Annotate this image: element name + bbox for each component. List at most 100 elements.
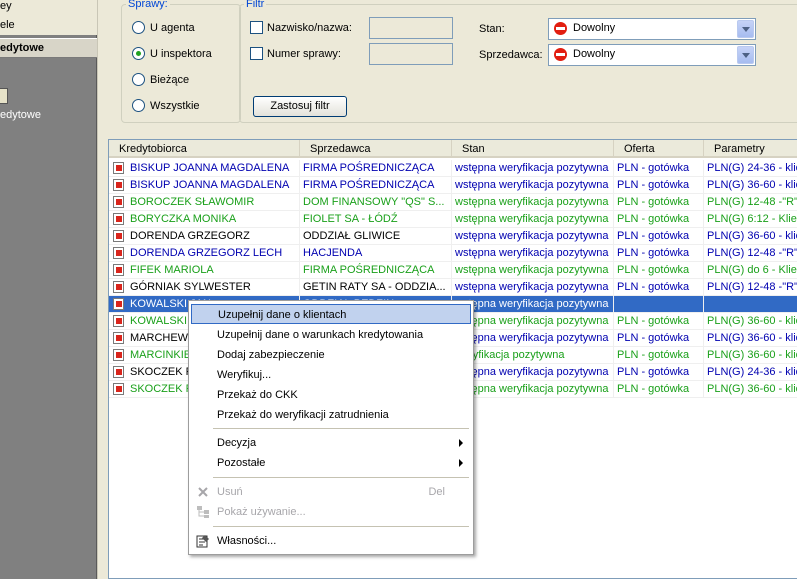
nav-item-2[interactable]: ele bbox=[0, 16, 97, 35]
chevron-down-icon[interactable] bbox=[737, 20, 754, 38]
case-document-icon bbox=[113, 315, 124, 327]
radio-label: U agenta bbox=[150, 22, 195, 34]
context-menu: Uzupełnij dane o klientach Uzupełnij dan… bbox=[188, 300, 474, 555]
menu-separator bbox=[213, 428, 469, 429]
menu-item-dodaj-zabezpieczenie[interactable]: Dodaj zabezpieczenie bbox=[191, 345, 471, 365]
cell-kredytobiorca: DORENDA GRZEGORZ bbox=[127, 228, 300, 245]
cell-stan: wstępna weryfikacja pozytywna bbox=[452, 177, 614, 194]
cell-sprzedawca: FIRMA POŚREDNICZĄCA bbox=[300, 262, 452, 279]
table-row[interactable]: DORENDA GRZEGORZ ODDZIAŁ GLIWICE wstępna w… bbox=[109, 228, 797, 245]
sprzedawca-select[interactable]: Dowolny bbox=[548, 44, 756, 66]
case-document-icon bbox=[113, 298, 124, 310]
cell-kredytobiorca: BORYCZKA MONIKA bbox=[127, 211, 300, 228]
numer-sprawy-input[interactable] bbox=[369, 43, 453, 65]
pane-splitter[interactable] bbox=[97, 0, 107, 579]
table-row[interactable]: BISKUP JOANNA MAGDALENA FIRMA POŚREDNICZĄ… bbox=[109, 160, 797, 177]
menu-item-weryfikuj[interactable]: Weryfikuj... bbox=[191, 365, 471, 385]
column-header-oferta[interactable]: Oferta bbox=[614, 140, 704, 158]
case-document-icon bbox=[113, 230, 124, 242]
cell-parametry: PLN(G) 24-36 - klie bbox=[704, 364, 797, 381]
cell-stan: wstępna weryfikacja pozytywna bbox=[452, 381, 614, 398]
stop-icon bbox=[554, 22, 567, 35]
checkbox-box[interactable] bbox=[250, 21, 263, 34]
table-row[interactable]: GÓRNIAK SYLWESTER GETIN RATY SA - ODDZIA.… bbox=[109, 279, 797, 296]
radio-dot[interactable] bbox=[132, 21, 145, 34]
column-header-sprzedawca[interactable]: Sprzedawca bbox=[300, 140, 452, 158]
cell-parametry: PLN(G) 6:12 - Klien bbox=[704, 211, 797, 228]
case-document-icon bbox=[113, 196, 124, 208]
menu-item-uzupelnij-dane-klienci[interactable]: Uzupełnij dane o klientach bbox=[191, 304, 471, 324]
cell-kredytobiorca: DORENDA GRZEGORZ LECH bbox=[127, 245, 300, 262]
chevron-down-icon[interactable] bbox=[737, 46, 754, 64]
module-icon-label[interactable]: edytowe bbox=[0, 109, 41, 121]
case-document-icon bbox=[113, 383, 124, 395]
radio-dot[interactable] bbox=[132, 99, 145, 112]
column-header-stan[interactable]: Stan bbox=[452, 140, 614, 158]
cell-oferta: PLN - gotówka bbox=[614, 228, 704, 245]
cell-stan: wstępna weryfikacja pozytywna bbox=[452, 228, 614, 245]
cell-parametry: PLN(G) 24-36 - klie bbox=[704, 160, 797, 177]
module-icon[interactable] bbox=[0, 88, 8, 104]
apply-filter-button[interactable]: Zastosuj filtr bbox=[253, 96, 347, 117]
menu-item-pozostale[interactable]: Pozostałe bbox=[191, 453, 471, 473]
cell-stan: wstępna weryfikacja pozytywna bbox=[452, 313, 614, 330]
menu-item-label: Uzupełnij dane o warunkach kredytowania bbox=[217, 329, 424, 341]
submenu-arrow-icon bbox=[459, 439, 463, 447]
cell-kredytobiorca: GÓRNIAK SYLWESTER bbox=[127, 279, 300, 296]
radio-label: Bieżące bbox=[150, 74, 190, 86]
case-document-icon bbox=[113, 247, 124, 259]
column-header-parametry[interactable]: Parametry bbox=[704, 140, 797, 158]
cell-stan: weryfikacja pozytywna bbox=[452, 347, 614, 364]
cell-parametry: PLN(G) 36-60 - klie bbox=[704, 330, 797, 347]
cell-stan: wstępna weryfikacja pozytywna bbox=[452, 279, 614, 296]
radio-dot[interactable] bbox=[132, 73, 145, 86]
table-row[interactable]: DORENDA GRZEGORZ LECH HACJENDA wstępna wer… bbox=[109, 245, 797, 262]
cell-parametry bbox=[704, 296, 797, 313]
sprzedawca-label: Sprzedawca: bbox=[479, 49, 543, 61]
table-row[interactable]: BORYCZKA MONIKA FIOLET SA - ŁÓDŹ wstępna w… bbox=[109, 211, 797, 228]
nav-item-kredytowe[interactable]: edytowe bbox=[0, 38, 97, 58]
submenu-arrow-icon bbox=[459, 459, 463, 467]
cell-oferta bbox=[614, 296, 704, 313]
cell-stan: wstępna weryfikacja pozytywna bbox=[452, 330, 614, 347]
menu-item-label: Przekaż do weryfikacji zatrudnienia bbox=[217, 409, 389, 421]
cell-kredytobiorca: FIFEK MARIOLA bbox=[127, 262, 300, 279]
table-row[interactable]: BISKUP JOANNA MAGDALENA FIRMA POŚREDNICZĄ… bbox=[109, 177, 797, 194]
cell-parametry: PLN(G) 36-60 - klie bbox=[704, 347, 797, 364]
cell-parametry: PLN(G) do 6 - Klier bbox=[704, 262, 797, 279]
cell-oferta: PLN - gotówka bbox=[614, 245, 704, 262]
cell-parametry: PLN(G) 12-48 -"R" bbox=[704, 245, 797, 262]
menu-item-label: Pokaż używanie... bbox=[217, 506, 306, 518]
menu-item-uzupelnij-warunki[interactable]: Uzupełnij dane o warunkach kredytowania bbox=[191, 325, 471, 345]
cell-kredytobiorca: BISKUP JOANNA MAGDALENA bbox=[127, 177, 300, 194]
column-header-kredytobiorca[interactable]: Kredytobiorca bbox=[109, 140, 300, 158]
delete-x-icon bbox=[198, 487, 208, 497]
left-navigation-pane: ey ele edytowe edytowe bbox=[0, 0, 97, 579]
menu-item-label: Dodaj zabezpieczenie bbox=[217, 349, 325, 361]
menu-item-pokaz-uzywanie[interactable]: Pokaż używanie... bbox=[191, 502, 471, 522]
cell-oferta: PLN - gotówka bbox=[614, 381, 704, 398]
menu-item-decyzja[interactable]: Decyzja bbox=[191, 433, 471, 453]
case-document-icon bbox=[113, 281, 124, 293]
menu-item-shortcut: Del bbox=[428, 486, 445, 498]
cell-sprzedawca: FIOLET SA - ŁÓDŹ bbox=[300, 211, 452, 228]
radio-label: Wszystkie bbox=[150, 100, 200, 112]
table-row[interactable]: FIFEK MARIOLA FIRMA POŚREDNICZĄCA wstępna … bbox=[109, 262, 797, 279]
nazwisko-input[interactable] bbox=[369, 17, 453, 39]
cell-stan: wstępna weryfikacja pozytywna bbox=[452, 211, 614, 228]
menu-item-usun[interactable]: Usuń Del bbox=[191, 482, 471, 502]
cell-stan: wstępna weryfikacja pozytywna bbox=[452, 160, 614, 177]
menu-item-przekaz-ckk[interactable]: Przekaż do CKK bbox=[191, 385, 471, 405]
sprzedawca-select-value: Dowolny bbox=[573, 48, 616, 60]
checkbox-box[interactable] bbox=[250, 47, 263, 60]
filtr-legend: Filtr bbox=[246, 0, 265, 10]
menu-item-label: Pozostałe bbox=[217, 457, 266, 469]
nav-item-1[interactable]: ey bbox=[0, 0, 97, 16]
table-row[interactable]: BOROCZEK SŁAWOMIR DOM FINANSOWY "QS" S...… bbox=[109, 194, 797, 211]
radio-dot-selected[interactable] bbox=[132, 47, 145, 60]
menu-item-wlasnosci[interactable]: Własności... bbox=[191, 531, 471, 551]
stan-select[interactable]: Dowolny bbox=[548, 18, 756, 40]
cell-sprzedawca: FIRMA POŚREDNICZĄCA bbox=[300, 177, 452, 194]
stan-label: Stan: bbox=[479, 23, 505, 35]
menu-item-przekaz-weryfikacja-zatrudnienia[interactable]: Przekaż do weryfikacji zatrudnienia bbox=[191, 405, 471, 425]
